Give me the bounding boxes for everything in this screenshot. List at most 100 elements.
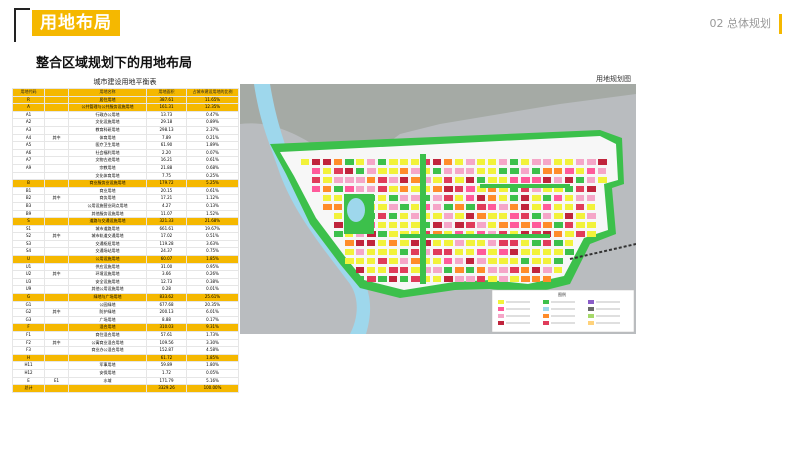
- table-cell-area: 11.07: [146, 209, 187, 219]
- table-cell-code: A2: [12, 118, 45, 127]
- land-parcel: [576, 231, 585, 237]
- land-parcel: [433, 204, 441, 210]
- table-cell-area: 2.20: [146, 148, 187, 158]
- land-parcel: [488, 249, 497, 255]
- table-row: 文化体育用地 7.75 0.25%: [12, 171, 239, 181]
- land-parcel: [411, 213, 419, 219]
- table-cell-code: B3: [12, 201, 45, 211]
- land-parcel: [400, 195, 408, 201]
- table-row: U3 安全设施用地 12.73 0.38%: [12, 277, 239, 287]
- table-cell-area: 21.88: [146, 163, 187, 173]
- land-parcel: [510, 177, 518, 183]
- land-parcel: [345, 240, 354, 246]
- table-cell-name: 安保用地: [68, 368, 147, 378]
- land-parcel: [532, 168, 540, 174]
- land-parcel: [587, 195, 595, 201]
- table-cell-mid: [44, 95, 69, 105]
- table-cell-mid: [44, 148, 69, 158]
- table-cell-pct: 4.58%: [186, 346, 239, 355]
- table-cell-pct: 0.51%: [186, 232, 239, 241]
- table-cell-code: H: [12, 353, 45, 363]
- table-cell-code: G2: [12, 308, 45, 317]
- land-parcel: [565, 249, 574, 255]
- table-cell-area: 1.72: [146, 368, 187, 378]
- land-parcel: [587, 222, 596, 228]
- table-row: G2 其中 防护绿地 200.13 6.01%: [12, 308, 239, 317]
- table-header-cell: 用地名称: [68, 88, 147, 97]
- land-parcel: [521, 195, 529, 201]
- table-cell-name: 防护绿地: [68, 308, 147, 317]
- land-parcel: [554, 177, 562, 183]
- table-cell-pct: 5.25%: [186, 179, 239, 188]
- land-parcel: [400, 276, 408, 282]
- table-cell-pct: 0.95%: [186, 262, 239, 272]
- land-parcel: [477, 177, 485, 183]
- land-parcel: [521, 258, 529, 264]
- land-parcel: [532, 213, 541, 219]
- land-parcel: [488, 213, 497, 219]
- table-row: B 商业服务业设施用地 179.72 5.25%: [12, 179, 239, 188]
- land-parcel: [565, 159, 573, 165]
- land-parcel: [323, 168, 331, 174]
- land-parcel: [499, 159, 507, 165]
- land-parcel: [356, 258, 364, 264]
- table-cell-mid: [44, 384, 69, 393]
- land-parcel: [532, 195, 541, 201]
- table-cell-code: A4: [12, 133, 45, 143]
- table-cell-pct: 11.65%: [186, 95, 239, 105]
- table-cell-pct: 20.35%: [186, 300, 239, 310]
- land-parcel: [378, 231, 387, 237]
- table-row: H12 安保用地 1.72 0.05%: [12, 368, 239, 378]
- land-parcel: [400, 186, 408, 192]
- legend-swatch: [498, 307, 504, 311]
- land-parcel: [488, 276, 497, 282]
- table-cell-area: 119.28: [146, 239, 187, 249]
- table-cell-area: 57.61: [146, 331, 187, 340]
- land-parcel: [323, 195, 331, 201]
- land-parcel: [411, 186, 420, 192]
- table-row: F1 商住混合用地 57.61 1.73%: [12, 331, 239, 340]
- table-cell-code: B1: [12, 186, 45, 196]
- land-parcel: [521, 222, 530, 228]
- land-parcel: [367, 159, 375, 165]
- land-parcel: [356, 186, 364, 192]
- land-parcel: [587, 204, 595, 210]
- table-cell-code: A1: [12, 110, 45, 120]
- table-cell-mid: [44, 331, 69, 340]
- table-row: B9 其他服务设施用地 11.07 1.52%: [12, 209, 239, 219]
- land-parcel: [488, 222, 496, 228]
- land-parcel: [367, 276, 376, 282]
- land-parcel: [444, 186, 453, 192]
- table-cell-pct: 0.17%: [186, 315, 239, 325]
- table-cell-code: A7: [12, 156, 45, 165]
- land-parcel: [565, 177, 573, 183]
- table-cell-code: A5: [12, 141, 45, 150]
- table-cell-area: 59.89: [146, 361, 187, 370]
- land-parcel: [510, 240, 518, 246]
- table-cell-code: S1: [12, 224, 45, 234]
- land-parcel: [378, 249, 387, 255]
- table-cell-mid: 其中: [44, 133, 69, 143]
- table-cell-pct: 3.63%: [186, 239, 239, 249]
- land-parcel: [554, 159, 562, 165]
- table-cell-mid: [44, 361, 69, 370]
- green-corridor: [420, 154, 426, 284]
- land-parcel: [356, 177, 365, 183]
- land-parcel: [543, 159, 551, 165]
- land-parcel: [455, 276, 464, 282]
- land-parcel: [389, 177, 398, 183]
- table-cell-area: 152.87: [146, 346, 187, 355]
- land-parcel: [345, 258, 354, 264]
- legend-swatch: [498, 321, 504, 325]
- land-parcel: [444, 240, 453, 246]
- land-parcel: [411, 177, 420, 183]
- table-cell-pct: 19.67%: [186, 224, 239, 234]
- table-cell-name: 公寓商业混合用地: [68, 338, 147, 348]
- land-parcel: [466, 186, 475, 192]
- land-parcel: [466, 276, 475, 282]
- table-row: S1 城市道路用地 661.61 19.67%: [12, 224, 239, 234]
- land-parcel: [543, 168, 552, 174]
- table-cell-mid: [44, 141, 69, 150]
- table-cell-area: 321.33: [146, 217, 187, 226]
- land-parcel: [499, 267, 508, 273]
